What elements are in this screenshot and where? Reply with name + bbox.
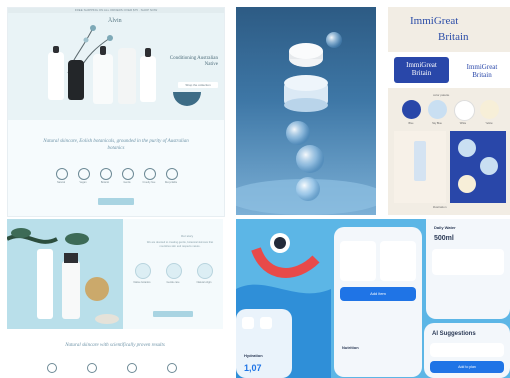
shop-collection-button[interactable]: Shop the collection — [178, 82, 218, 88]
icon-label: Gentle — [123, 181, 131, 184]
phone-nutrition[interactable]: Add item Nutrition — [334, 227, 422, 377]
icon-label: Botanic — [100, 181, 110, 184]
phone-title: Hydration — [244, 353, 263, 358]
round-image — [197, 263, 213, 279]
sparkle-icon — [167, 363, 177, 373]
footer-tagline: Natural skincare with scientifically pro… — [65, 343, 165, 348]
swatch-label: Blue — [408, 122, 414, 125]
swatch-white — [454, 100, 475, 121]
round-caption: Gentle care — [166, 281, 180, 284]
plant-icon — [78, 168, 90, 180]
water-chart-card — [432, 249, 504, 275]
bubble — [326, 32, 342, 48]
brand-title-line-1: ImmiGreat — [410, 15, 459, 27]
dark-jar — [68, 60, 84, 100]
bottle-icon — [127, 363, 137, 373]
suggestion-card — [430, 343, 504, 357]
panel-text: We are devoted to creating gentle, botan… — [146, 241, 214, 248]
swatch-label: Yellow — [485, 122, 493, 125]
leaf-icon — [47, 363, 57, 373]
logo-light-line-2: Britain — [472, 71, 492, 79]
swatch-yellow — [480, 100, 499, 119]
round-caption: Natural origin — [196, 281, 212, 284]
hydration-app-showcase[interactable]: Hydration 1,07 Add item Nutrition Daily … — [236, 219, 510, 378]
cta-button[interactable] — [98, 198, 134, 205]
branding-board[interactable]: ImmiGreat Britain ImmiGreat Britain Immi… — [388, 7, 510, 215]
story-panel: Our story We are devoted to creating gen… — [123, 219, 223, 329]
plus-icon[interactable] — [242, 317, 254, 329]
phone-ai-suggestions[interactable]: AI Suggestions Add to plan — [424, 323, 510, 378]
recycle-icon — [166, 168, 178, 180]
phone-hydration[interactable]: Hydration 1,07 — [236, 309, 292, 378]
icon-label: Cruelty free — [142, 181, 156, 184]
swatch-blue — [402, 100, 421, 119]
cosmetic-product-render[interactable] — [236, 7, 376, 215]
round-caption: Native botanics — [133, 281, 151, 284]
flower-icon — [100, 168, 112, 180]
hero-banner: FREE SHIPPING ON ALL ORDERS OVER $75 · S… — [8, 8, 224, 120]
swatch-label: White — [459, 122, 467, 125]
add-to-plan-button[interactable]: Add to plan — [430, 361, 504, 373]
stat-card — [380, 241, 416, 281]
drop-icon — [122, 168, 134, 180]
add-item-button[interactable]: Add item — [340, 287, 416, 301]
swatch-label: Sky Blue — [432, 122, 442, 125]
icon-label: Vegan — [79, 181, 87, 184]
flower-icon — [87, 363, 97, 373]
glass-icon[interactable] — [260, 317, 272, 329]
swatch-sky — [428, 100, 447, 119]
illustration-pattern — [450, 131, 506, 203]
skincare-website-section[interactable]: Our story We are devoted to creating gen… — [7, 219, 223, 378]
floating-jar-scene — [236, 32, 376, 215]
round-image — [166, 263, 182, 279]
stat-card — [340, 241, 376, 281]
logo-light: ImmiGreat Britain — [454, 59, 510, 83]
illustration-phone — [394, 131, 446, 203]
phone-title: AI Suggestions — [432, 331, 476, 337]
bottle-2 — [93, 54, 113, 104]
palette-label: color palette — [433, 93, 450, 97]
logo-dark-line-1: ImmiGreat — [406, 61, 437, 69]
learn-more-button[interactable] — [153, 311, 193, 317]
icon-label: Recyclable — [164, 181, 178, 184]
phone-title: Nutrition — [342, 345, 359, 350]
tube — [118, 48, 136, 104]
logo-dark: ImmiGreat Britain — [394, 57, 449, 83]
bunny-icon — [144, 168, 156, 180]
announcement-strip: FREE SHIPPING ON ALL ORDERS OVER $75 · S… — [8, 8, 224, 13]
skincare-website-thumbnail[interactable]: FREE SHIPPING ON ALL ORDERS OVER $75 · S… — [7, 7, 225, 217]
round-image — [135, 263, 151, 279]
phone-title: Daily Water — [434, 225, 456, 230]
bowl — [173, 92, 201, 106]
icon-label: Natural — [56, 181, 66, 184]
phone-daily-water[interactable]: Daily Water 500ml — [426, 219, 510, 319]
hydration-value: 1,07 — [244, 363, 262, 373]
panel-title: Our story — [180, 234, 194, 238]
water-value: 500ml — [434, 235, 454, 242]
hero-heading: Conditioning Australian Native — [169, 56, 218, 67]
leaf-icon — [56, 168, 68, 180]
bottle-1 — [48, 52, 64, 100]
illustration-label: illustration — [433, 205, 447, 209]
product-photo — [7, 219, 123, 329]
intro-text: Natural skincare, Eolish botanicals, gro… — [43, 139, 189, 151]
brand-title-line-2: Britain — [438, 31, 469, 43]
logo-light-line-1: ImmiGreat — [466, 63, 498, 71]
bottle-3 — [140, 56, 156, 102]
logo-dark-line-2: Britain — [411, 69, 432, 77]
